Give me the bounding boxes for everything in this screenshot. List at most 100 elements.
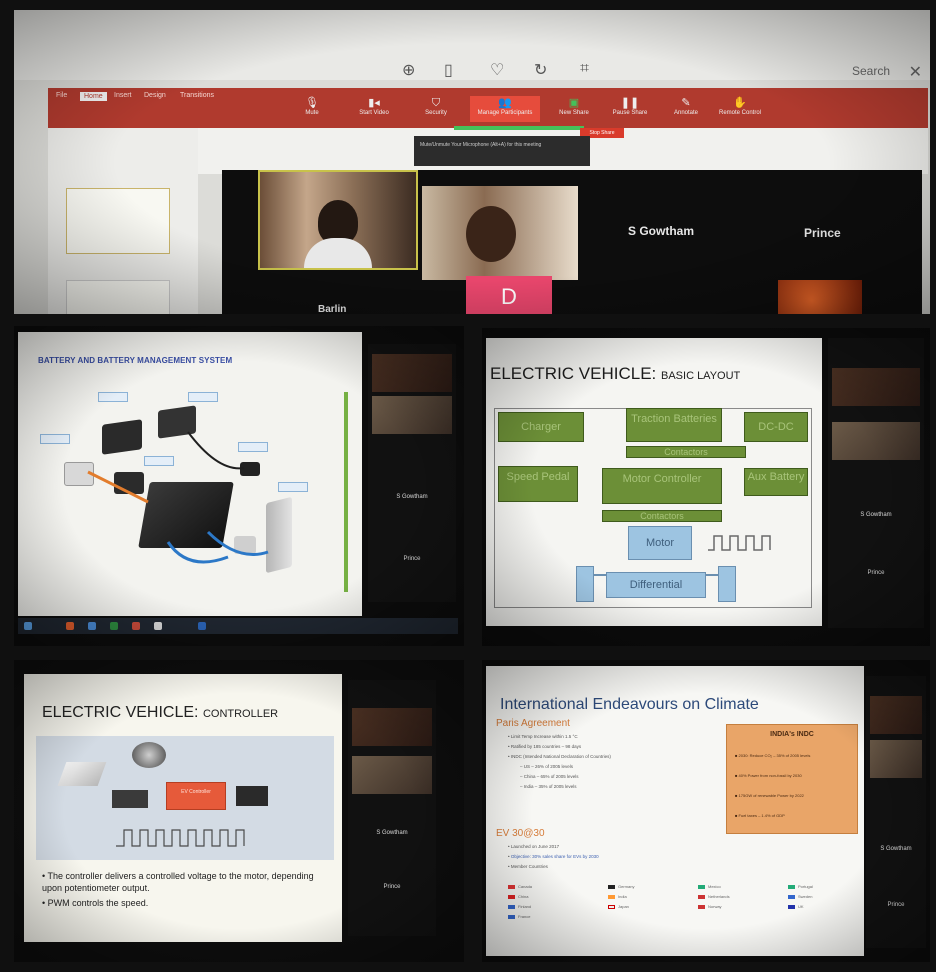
heart-icon[interactable]: ♡ bbox=[490, 60, 504, 80]
participant-name: S Gowtham bbox=[880, 846, 912, 852]
app-icon[interactable] bbox=[110, 622, 118, 630]
participant-name: S Gowtham bbox=[628, 224, 695, 238]
line-text: Launched on June 2017 bbox=[510, 844, 560, 849]
participant-video[interactable] bbox=[352, 708, 432, 746]
callout-label bbox=[278, 482, 308, 492]
line-item: – US – 26% of 2005 levels bbox=[520, 764, 574, 769]
country-item: France bbox=[508, 914, 530, 919]
line-item: • INDC (Intended National Declaration of… bbox=[508, 754, 611, 759]
app-icon[interactable] bbox=[66, 622, 74, 630]
india-indc-box: INDIA's INDC ■ 2030: Reduce CO₂ – 35% of… bbox=[726, 724, 858, 834]
section-heading: Paris Agreement bbox=[496, 718, 570, 729]
box-item: ■ Fuel taxes – 1.4% of GDP bbox=[735, 813, 785, 818]
zoom-in-icon[interactable]: ⊕ bbox=[402, 60, 415, 80]
ribbon-tab[interactable]: Transitions bbox=[180, 92, 214, 99]
line-item: • Ratified by 185 countries – 98 days bbox=[508, 744, 582, 749]
remote-control-button[interactable]: ✋ Remote Control bbox=[712, 96, 768, 122]
bullet-text: The controller delivers a controlled vol… bbox=[42, 871, 314, 893]
participant-name: Prince bbox=[383, 884, 401, 890]
country-item: Germany bbox=[608, 884, 634, 889]
participant-video-self[interactable] bbox=[258, 170, 418, 270]
line-item: • Limit Temp Increase within 1.5 °C bbox=[508, 734, 578, 739]
participant-video[interactable] bbox=[372, 354, 452, 392]
tooltip: Mute/Unmute Your Microphone (Alt+A) for … bbox=[414, 136, 590, 166]
charger-block: Charger bbox=[498, 412, 584, 442]
member-countries: Canada China Finland France Germany Indi… bbox=[508, 884, 858, 924]
contactors-bottom-block: Contactors bbox=[602, 510, 722, 522]
box-item: ■ 2030: Reduce CO₂ – 35% of 2005 levels bbox=[735, 753, 811, 758]
annotate-button[interactable]: ✎ Annotate bbox=[658, 96, 714, 122]
country-item: Canada bbox=[508, 884, 532, 889]
security-button[interactable]: ⛉ Security bbox=[408, 96, 464, 122]
motor-image bbox=[132, 742, 166, 768]
zoom-share-toolbar: 🎙 Mute ▮◂ Start Video ⛉ Security 👥 Manage Pa… bbox=[284, 94, 764, 124]
start-video-button[interactable]: ▮◂ Start Video bbox=[346, 96, 402, 122]
aux-battery-block: Aux Battery bbox=[744, 468, 808, 496]
participant-name: S Gowtham bbox=[860, 512, 892, 518]
slide-scrollbar[interactable] bbox=[344, 392, 348, 592]
traction-batteries-block: Traction Batteries bbox=[626, 408, 722, 442]
app-icon[interactable] bbox=[198, 622, 206, 630]
country-name: Norway bbox=[708, 904, 722, 909]
line-text: India – 35% of 2005 levels bbox=[523, 784, 577, 789]
search-label[interactable]: Search bbox=[852, 64, 890, 78]
country-name: Germany bbox=[618, 884, 635, 889]
line-text: Ratified by 185 countries – 98 days bbox=[510, 744, 582, 749]
app-icon[interactable] bbox=[132, 622, 140, 630]
motor-controller-block: Motor Controller bbox=[602, 468, 722, 504]
controller-diagram: EV Controller bbox=[36, 736, 334, 860]
person-silhouette bbox=[466, 206, 516, 262]
ribbon-tab-home[interactable]: Home bbox=[80, 92, 107, 101]
box-title: INDIA's INDC bbox=[770, 731, 814, 738]
participant-name: Barlin bbox=[318, 304, 347, 314]
participant-video[interactable] bbox=[422, 186, 578, 280]
box-item: ■ 40% Power from non-fossil by 2030 bbox=[735, 773, 802, 778]
participant-video[interactable] bbox=[832, 368, 920, 406]
participant-sidebar: S Gowtham Prince bbox=[866, 676, 926, 948]
line-text: China – 65% of 2005 levels bbox=[523, 774, 579, 779]
ribbon-tab[interactable]: Design bbox=[144, 92, 166, 99]
rotate-icon[interactable]: ↻ bbox=[534, 60, 547, 80]
participant-sidebar: S Gowtham Prince bbox=[348, 680, 436, 936]
manage-participants-button[interactable]: 👥 Manage Participants bbox=[470, 96, 540, 122]
mute-button[interactable]: 🎙 Mute bbox=[284, 96, 340, 122]
line-text: INDC (Intended National Declaration of C… bbox=[510, 754, 611, 759]
slide-title: ELECTRIC VEHICLE: BASIC LAYOUT bbox=[490, 364, 740, 384]
country-name: UK bbox=[798, 904, 804, 909]
box-item-text: 2030: Reduce CO₂ – 35% of 2005 levels bbox=[738, 753, 811, 758]
participant-video[interactable] bbox=[352, 756, 432, 794]
close-icon[interactable]: ✕ bbox=[909, 62, 922, 82]
zoom-meeting-photo: ⊕ ▯ ♡ ↻ ⌗ Search ✕ File Home Insert Desi… bbox=[14, 10, 930, 314]
slide-thumbnail[interactable] bbox=[66, 188, 170, 254]
remote-control-label: Remote Control bbox=[718, 110, 762, 116]
app-icon[interactable] bbox=[154, 622, 162, 630]
participant-video[interactable] bbox=[832, 422, 920, 460]
delete-icon[interactable]: ▯ bbox=[444, 60, 453, 80]
slide-title: ELECTRIC VEHICLE: CONTROLLER bbox=[42, 704, 278, 722]
wheel-right bbox=[718, 566, 736, 602]
title-main: ELECTRIC VEHICLE: bbox=[490, 364, 657, 383]
country-item: Sweden bbox=[788, 894, 812, 899]
participant-name: S Gowtham bbox=[396, 494, 428, 500]
ev-layout-slide-photo: ELECTRIC VEHICLE: BASIC LAYOUT Charger T… bbox=[482, 328, 930, 646]
participant-video[interactable] bbox=[778, 280, 862, 314]
start-icon[interactable] bbox=[24, 622, 32, 630]
ribbon-tab[interactable]: Insert bbox=[114, 92, 132, 99]
pause-share-button[interactable]: ❚❚ Pause Share bbox=[602, 96, 658, 122]
country-name: Canada bbox=[518, 884, 533, 889]
participant-video[interactable] bbox=[372, 396, 452, 434]
ribbon-tab[interactable]: File bbox=[56, 92, 67, 99]
participant-video[interactable] bbox=[870, 696, 922, 734]
line-item: – India – 35% of 2005 levels bbox=[520, 784, 577, 789]
country-item: Finland bbox=[508, 904, 531, 909]
app-icon[interactable] bbox=[88, 622, 96, 630]
dc-dc-block: DC-DC bbox=[744, 412, 808, 442]
country-item: Japan bbox=[608, 904, 629, 909]
slide-title: International Endeavours on Climate bbox=[500, 696, 759, 713]
crop-icon[interactable]: ⌗ bbox=[580, 60, 589, 78]
participant-video[interactable] bbox=[870, 740, 922, 778]
new-share-label: New Share bbox=[559, 110, 589, 116]
slide-thumbnail[interactable] bbox=[66, 280, 170, 314]
country-name: Japan bbox=[618, 904, 629, 909]
new-share-button[interactable]: ▣ New Share bbox=[546, 96, 602, 122]
